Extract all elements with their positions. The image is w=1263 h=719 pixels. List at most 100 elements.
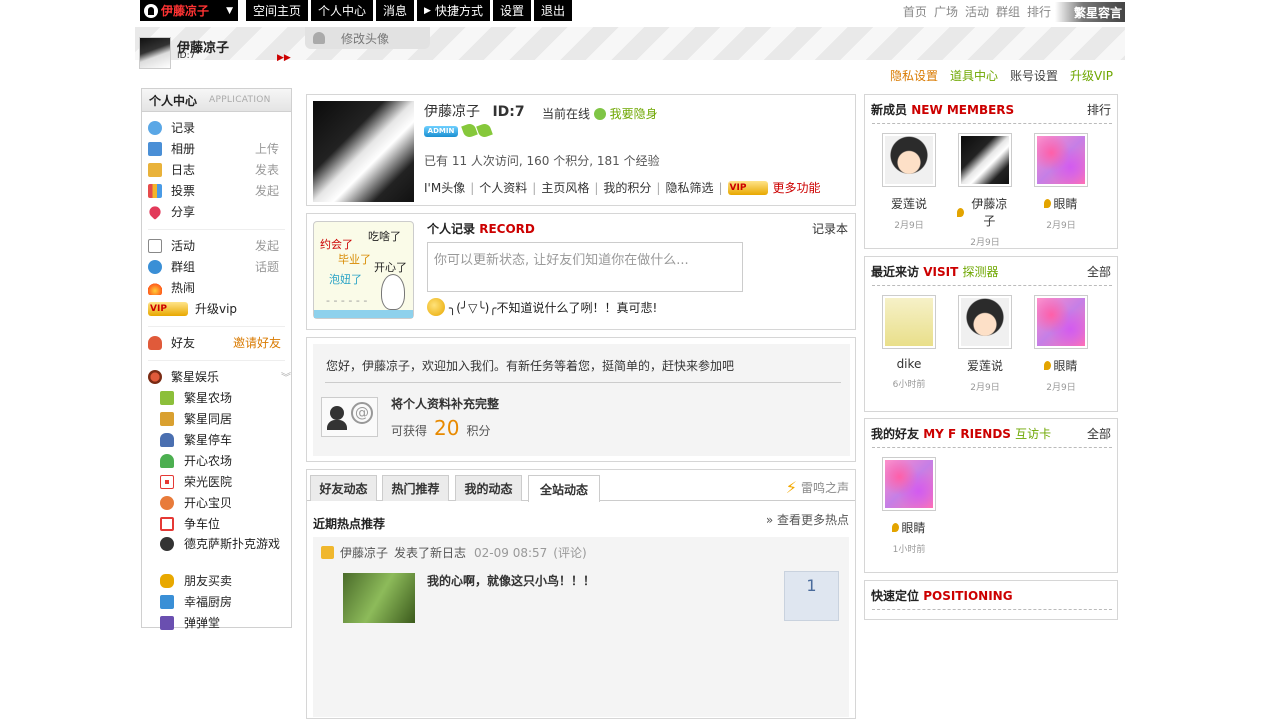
profile-task-icon[interactable]: @ xyxy=(321,397,378,437)
start-event-link[interactable]: 发起 xyxy=(255,237,279,254)
feed-item-user[interactable]: 伊藤凉子 xyxy=(340,544,388,561)
member-avatar[interactable] xyxy=(1034,133,1088,187)
member-name[interactable]: dike xyxy=(881,357,937,371)
member-name[interactable]: 爱莲说 xyxy=(957,357,1013,374)
tab-hot[interactable]: 热门推荐 xyxy=(382,475,449,501)
nav-ranking[interactable]: 排行 xyxy=(1027,3,1051,20)
app-item-friends-trade[interactable]: 朋友买卖 xyxy=(160,570,291,591)
props-center-link[interactable]: 道具中心 xyxy=(950,67,998,84)
sidebar-item-share[interactable]: 分享 xyxy=(147,201,291,222)
record-book-link[interactable]: 记录本 xyxy=(812,220,848,237)
more-functions-link[interactable]: 更多功能 xyxy=(773,179,821,196)
privacy-settings-link[interactable]: 隐私设置 xyxy=(890,67,938,84)
member-avatar[interactable] xyxy=(882,295,936,349)
more-hot-link[interactable]: » 查看更多热点 xyxy=(766,511,849,528)
ranking-link[interactable]: 排行 xyxy=(1087,101,1111,118)
collapse-icon[interactable]: ︾ xyxy=(281,369,291,384)
logout-button[interactable]: 退出 xyxy=(534,0,573,21)
detector-link[interactable]: 探测器 xyxy=(962,265,998,279)
vote-box[interactable]: 1 xyxy=(784,571,839,621)
member-name[interactable]: 伊藤凉子 xyxy=(966,195,1013,229)
app-item-parking[interactable]: 繁星停车 xyxy=(160,429,291,450)
double-arrow-icon[interactable]: ▶▶ xyxy=(277,53,291,63)
tab-all-feed[interactable]: 全站动态 xyxy=(528,475,600,502)
app-item-poker[interactable]: 德克萨斯扑克游戏 xyxy=(160,534,291,570)
brand-logo[interactable]: 繁星容言 xyxy=(1055,2,1125,22)
app-item-kitchen[interactable]: 幸福厨房 xyxy=(160,591,291,612)
app-item-happy-farm[interactable]: 开心农场 xyxy=(160,450,291,471)
publish-link[interactable]: 发表 xyxy=(255,161,279,178)
nav-activity[interactable]: 活动 xyxy=(965,3,989,20)
shortcuts-button[interactable]: ▶ 快捷方式 xyxy=(417,0,490,21)
upgrade-vip-link[interactable]: 升级VIP xyxy=(1070,67,1113,84)
sidebar-item-records[interactable]: 记录 xyxy=(148,117,291,138)
nav-home[interactable]: 首页 xyxy=(903,3,927,20)
app-item-cohabit[interactable]: 繁星同居 xyxy=(160,408,291,429)
app-item-farm[interactable]: 繁星农场 xyxy=(160,387,291,408)
feed-item-title[interactable]: 我的心啊，就像这只小鸟！！！ xyxy=(427,572,595,589)
task-title[interactable]: 将个人资料补充完整 xyxy=(391,395,499,412)
profile-name[interactable]: 伊藤凉子 xyxy=(424,104,480,120)
app-item-hospital[interactable]: 荣光医院 xyxy=(160,471,291,492)
sidebar-apps-header[interactable]: 繁星娱乐 ︾ xyxy=(148,366,291,387)
member-item[interactable]: 眼睛 2月9日 xyxy=(1033,133,1089,231)
all-friends-link[interactable]: 全部 xyxy=(1087,425,1111,442)
avatar[interactable] xyxy=(139,37,171,69)
vip-diamond-icon[interactable]: VIP xyxy=(727,180,768,195)
member-name[interactable]: 眼睛 xyxy=(901,519,925,536)
home-style-link[interactable]: 主页风格 xyxy=(541,179,589,196)
profile-photo[interactable] xyxy=(313,101,414,202)
feed-item-comment-link[interactable]: (评论) xyxy=(553,544,586,561)
all-visitors-link[interactable]: 全部 xyxy=(1087,263,1111,280)
topics-link[interactable]: 话题 xyxy=(255,258,279,275)
member-name[interactable]: 眼睛 xyxy=(1053,195,1077,212)
member-item[interactable]: 伊藤凉子 2月9日 xyxy=(957,133,1013,248)
app-item-ddt[interactable]: 弹弹堂 xyxy=(160,612,291,633)
go-invisible-link[interactable]: 我要隐身 xyxy=(610,107,658,121)
start-poll-link[interactable]: 发起 xyxy=(255,182,279,199)
sidebar-item-friends[interactable]: 好友 邀请好友 xyxy=(148,332,291,353)
member-avatar[interactable] xyxy=(882,457,936,511)
sidebar-item-blog[interactable]: 日志 发表 xyxy=(148,159,291,180)
account-settings-link[interactable]: 账号设置 xyxy=(1010,67,1058,84)
sidebar-item-hot[interactable]: 热闹 xyxy=(148,277,291,298)
im-avatar-link[interactable]: I'M头像 xyxy=(424,179,465,196)
feed-item-image[interactable] xyxy=(343,573,415,623)
member-avatar[interactable] xyxy=(958,133,1012,187)
nav-square[interactable]: 广场 xyxy=(934,3,958,20)
upload-link[interactable]: 上传 xyxy=(255,140,279,157)
member-item[interactable]: 爱莲说 2月9日 xyxy=(881,133,937,231)
app-item-car-spot[interactable]: 争车位 xyxy=(160,513,291,534)
privacy-filter-link[interactable]: 隐私筛选 xyxy=(665,179,713,196)
visit-card-link[interactable]: 互访卡 xyxy=(1015,427,1051,441)
invite-friends-link[interactable]: 邀请好友 xyxy=(233,334,281,351)
tab-friends-feed[interactable]: 好友动态 xyxy=(310,475,377,501)
my-points-link[interactable]: 我的积分 xyxy=(603,179,651,196)
sidebar-item-groups[interactable]: 群组 话题 xyxy=(148,256,291,277)
sidebar-item-poll[interactable]: 投票 发起 xyxy=(148,180,291,201)
member-item[interactable]: 眼睛 1小时前 xyxy=(881,457,937,555)
user-menu-button[interactable]: 伊藤凉子 ▼ xyxy=(140,0,238,21)
space-home-button[interactable]: 空间主页 xyxy=(246,0,309,21)
sidebar-item-events[interactable]: 活动 发起 xyxy=(148,235,291,256)
messages-button[interactable]: 消息 xyxy=(376,0,415,21)
app-item-baby[interactable]: 开心宝贝 xyxy=(160,492,291,513)
profile-info-link[interactable]: 个人资料 xyxy=(479,179,527,196)
member-avatar[interactable] xyxy=(882,133,936,187)
sidebar-item-album[interactable]: 相册 上传 xyxy=(148,138,291,159)
personal-center-button[interactable]: 个人中心 xyxy=(311,0,374,21)
settings-button[interactable]: 设置 xyxy=(492,0,531,21)
sidebar-item-upgrade-vip[interactable]: VIP 升级vip xyxy=(148,298,291,319)
tab-my-feed[interactable]: 我的动态 xyxy=(455,475,522,501)
member-avatar[interactable] xyxy=(958,295,1012,349)
member-name[interactable]: 爱莲说 xyxy=(881,195,937,212)
thunder-voice-link[interactable]: ⚡ 雷鸣之声 xyxy=(786,478,849,497)
status-input[interactable]: 你可以更新状态, 让好友们知道你在做什么... xyxy=(427,242,743,292)
member-avatar[interactable] xyxy=(1034,295,1088,349)
member-item[interactable]: dike 6小时前 xyxy=(881,295,937,390)
member-name[interactable]: 眼睛 xyxy=(1053,357,1077,374)
edit-avatar-tab[interactable]: 修改头像 xyxy=(305,27,430,49)
nav-groups[interactable]: 群组 xyxy=(996,3,1020,20)
member-item[interactable]: 爱莲说 2月9日 xyxy=(957,295,1013,393)
member-item[interactable]: 眼睛 2月9日 xyxy=(1033,295,1089,393)
